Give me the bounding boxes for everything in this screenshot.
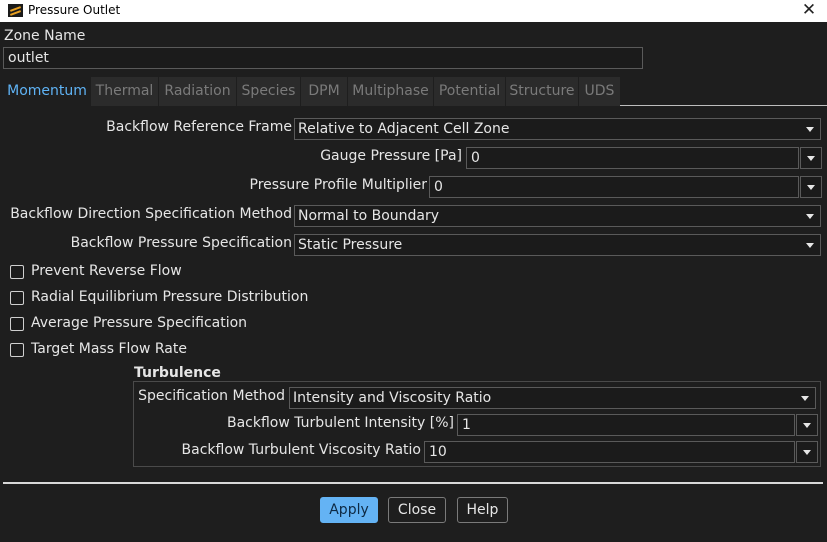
- window-title: Pressure Outlet: [28, 3, 121, 17]
- zone-name-label: Zone Name: [4, 28, 86, 44]
- tab-potential[interactable]: Potential: [434, 77, 506, 106]
- target-mass-flow-checkbox[interactable]: [10, 343, 24, 357]
- pressure-profile-multiplier-label: Pressure Profile Multiplier: [249, 177, 427, 193]
- average-pressure-checkbox[interactable]: [10, 317, 24, 331]
- radial-equilibrium-checkbox[interactable]: [10, 291, 24, 305]
- specification-method-value: Intensity and Viscosity Ratio: [293, 390, 492, 406]
- apply-button[interactable]: Apply: [320, 497, 378, 523]
- radial-equilibrium-label[interactable]: Radial Equilibrium Pressure Distribution: [31, 289, 308, 305]
- turbulence-group-title: Turbulence: [134, 365, 221, 381]
- turbulent-intensity-label: Backflow Turbulent Intensity [%]: [226, 415, 454, 431]
- tab-divider: [620, 105, 827, 106]
- gauge-pressure-input[interactable]: 0: [466, 147, 799, 169]
- chevron-down-icon: [803, 423, 811, 428]
- turbulent-intensity-input[interactable]: 1: [457, 414, 795, 436]
- tab-momentum[interactable]: Momentum: [4, 77, 91, 106]
- chevron-down-icon: [801, 396, 809, 401]
- backflow-pressure-spec-label: Backflow Pressure Specification: [70, 235, 292, 251]
- close-icon[interactable]: ✕: [799, 0, 819, 21]
- gauge-pressure-profile-dropdown[interactable]: [800, 147, 822, 169]
- chevron-down-icon: [806, 127, 814, 132]
- tab-dpm[interactable]: DPM: [301, 77, 348, 106]
- title-bar: Pressure Outlet ✕: [0, 0, 827, 22]
- close-button[interactable]: Close: [388, 497, 446, 523]
- footer-separator: [3, 482, 823, 484]
- pressure-profile-multiplier-dropdown[interactable]: [800, 176, 822, 198]
- prevent-reverse-flow-label[interactable]: Prevent Reverse Flow: [31, 263, 182, 279]
- target-mass-flow-label[interactable]: Target Mass Flow Rate: [31, 341, 187, 357]
- help-button[interactable]: Help: [457, 497, 508, 523]
- backflow-reference-frame-value: Relative to Adjacent Cell Zone: [298, 121, 510, 137]
- average-pressure-label[interactable]: Average Pressure Specification: [31, 315, 247, 331]
- backflow-reference-frame-dropdown[interactable]: Relative to Adjacent Cell Zone: [294, 118, 821, 140]
- backflow-pressure-spec-dropdown[interactable]: Static Pressure: [294, 234, 821, 256]
- gauge-pressure-label: Gauge Pressure [Pa]: [320, 148, 462, 164]
- specification-method-label: Specification Method: [138, 388, 285, 404]
- turbulent-viscosity-ratio-label: Backflow Turbulent Viscosity Ratio: [181, 442, 421, 458]
- tab-thermal[interactable]: Thermal: [91, 77, 159, 106]
- chevron-down-icon: [806, 214, 814, 219]
- app-logo-icon: [8, 4, 23, 17]
- backflow-reference-frame-label: Backflow Reference Frame: [106, 119, 292, 135]
- backflow-direction-method-dropdown[interactable]: Normal to Boundary: [294, 205, 821, 227]
- backflow-direction-method-value: Normal to Boundary: [298, 208, 440, 224]
- tab-multiphase[interactable]: Multiphase: [348, 77, 434, 106]
- turbulent-viscosity-ratio-profile-dropdown[interactable]: [796, 441, 818, 463]
- pressure-profile-multiplier-input[interactable]: 0: [429, 176, 799, 198]
- backflow-direction-method-label: Backflow Direction Specification Method: [10, 206, 292, 222]
- tab-species[interactable]: Species: [237, 77, 301, 106]
- turbulent-intensity-profile-dropdown[interactable]: [796, 414, 818, 436]
- turbulent-viscosity-ratio-input[interactable]: 10: [424, 441, 795, 463]
- chevron-down-icon: [807, 156, 815, 161]
- prevent-reverse-flow-checkbox[interactable]: [10, 265, 24, 279]
- chevron-down-icon: [807, 185, 815, 190]
- chevron-down-icon: [806, 243, 814, 248]
- tab-radiation[interactable]: Radiation: [159, 77, 237, 106]
- backflow-pressure-spec-value: Static Pressure: [298, 237, 403, 253]
- zone-name-input[interactable]: outlet: [3, 47, 643, 69]
- specification-method-dropdown[interactable]: Intensity and Viscosity Ratio: [289, 387, 816, 409]
- tab-uds[interactable]: UDS: [579, 77, 621, 106]
- chevron-down-icon: [803, 450, 811, 455]
- tab-structure[interactable]: Structure: [506, 77, 579, 106]
